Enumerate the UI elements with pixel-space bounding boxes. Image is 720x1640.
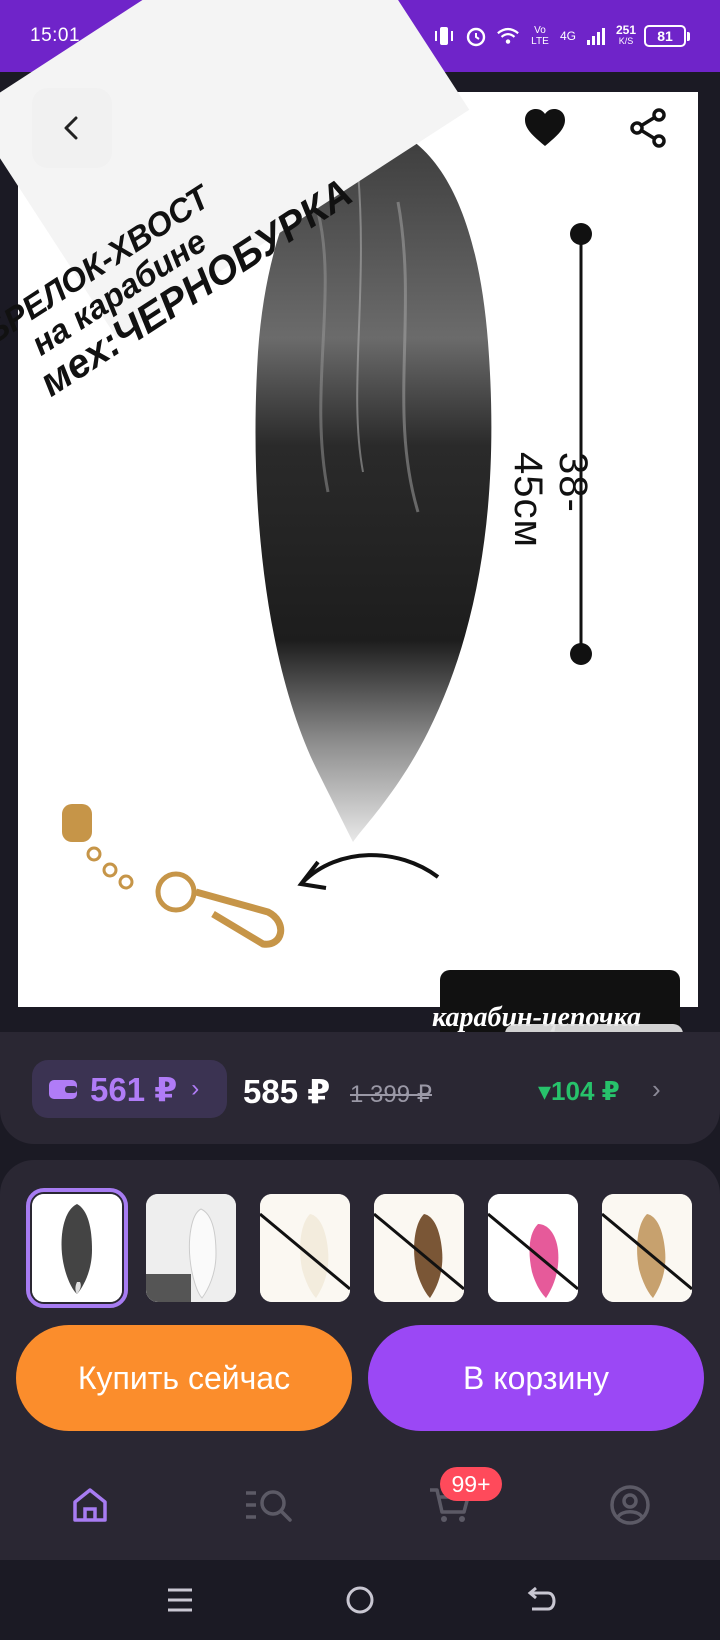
network-label: 4G <box>559 29 576 43</box>
thumbnail-4[interactable] <box>374 1194 464 1302</box>
thumbnail-2[interactable] <box>146 1194 236 1302</box>
discount-amount: ▾104 ₽ <box>538 1076 620 1106</box>
status-time: 15:01 <box>30 25 81 46</box>
battery-indicator: 81 <box>644 25 690 47</box>
thumbnail-5[interactable] <box>488 1194 578 1302</box>
price-details-chevron-icon[interactable]: › <box>652 1074 661 1105</box>
system-back-button[interactable] <box>518 1578 562 1622</box>
cart-badge: 99+ <box>440 1467 502 1501</box>
heart-icon <box>525 109 565 146</box>
buy-now-button[interactable]: Купить сейчас <box>16 1325 352 1431</box>
bottom-nav <box>0 1465 720 1545</box>
back-icon <box>527 1586 556 1611</box>
back-button[interactable] <box>32 88 112 168</box>
profile-icon <box>610 1485 650 1525</box>
wallet-icon <box>49 1080 77 1099</box>
battery-level: 81 <box>644 25 686 47</box>
nav-home[interactable] <box>50 1465 130 1545</box>
nav-profile[interactable] <box>590 1465 670 1545</box>
chevron-right-icon: › <box>191 1075 200 1102</box>
home-circle-icon <box>346 1586 374 1614</box>
wallet-price: 561 ₽ <box>90 1070 178 1108</box>
volte-label: Vo LTE <box>531 25 549 47</box>
signal-icon <box>584 25 608 47</box>
net-speed: 251 K/S <box>615 23 636 47</box>
thumbnail-strip[interactable] <box>26 1188 692 1308</box>
nav-catalog[interactable] <box>230 1465 310 1545</box>
catalog-search-icon <box>246 1490 292 1522</box>
home-icon <box>73 1488 107 1522</box>
system-menu-button[interactable] <box>158 1578 202 1622</box>
add-to-cart-button[interactable]: В корзину <box>368 1325 704 1431</box>
system-nav <box>0 1560 720 1640</box>
price-panel[interactable]: 561 ₽ › 585 ₽ 1 399 ₽ ▾104 ₽ › <box>0 1032 720 1144</box>
share-icon <box>630 108 666 148</box>
chevron-left-icon <box>64 116 78 140</box>
net-speed-value: 251 <box>615 23 636 37</box>
current-price: 585 ₽ <box>243 1073 331 1110</box>
wallet-price-button[interactable]: 561 ₽ › <box>32 1060 227 1118</box>
wifi-icon <box>496 25 520 47</box>
product-gallery[interactable]: БРЕЛОК-ХВОСТ на карабине мех:ЧЕРНОБУРКА … <box>0 0 720 1064</box>
thumbnail-6[interactable] <box>602 1194 692 1302</box>
size-label: 38-45см <box>506 452 595 548</box>
system-home-button[interactable] <box>338 1578 382 1622</box>
vibrate-icon <box>432 25 456 47</box>
alarm-icon <box>464 25 488 47</box>
thumbnail-3[interactable] <box>260 1194 350 1302</box>
share-button[interactable] <box>608 88 688 168</box>
status-indicators: Vo LTE 4G 251 K/S 81 <box>432 23 690 47</box>
net-speed-unit: K/S <box>618 36 634 46</box>
menu-icon <box>168 1588 192 1612</box>
favorite-button[interactable] <box>505 88 585 168</box>
old-price: 1 399 ₽ <box>350 1081 432 1108</box>
thumbnail-1[interactable] <box>26 1188 128 1308</box>
